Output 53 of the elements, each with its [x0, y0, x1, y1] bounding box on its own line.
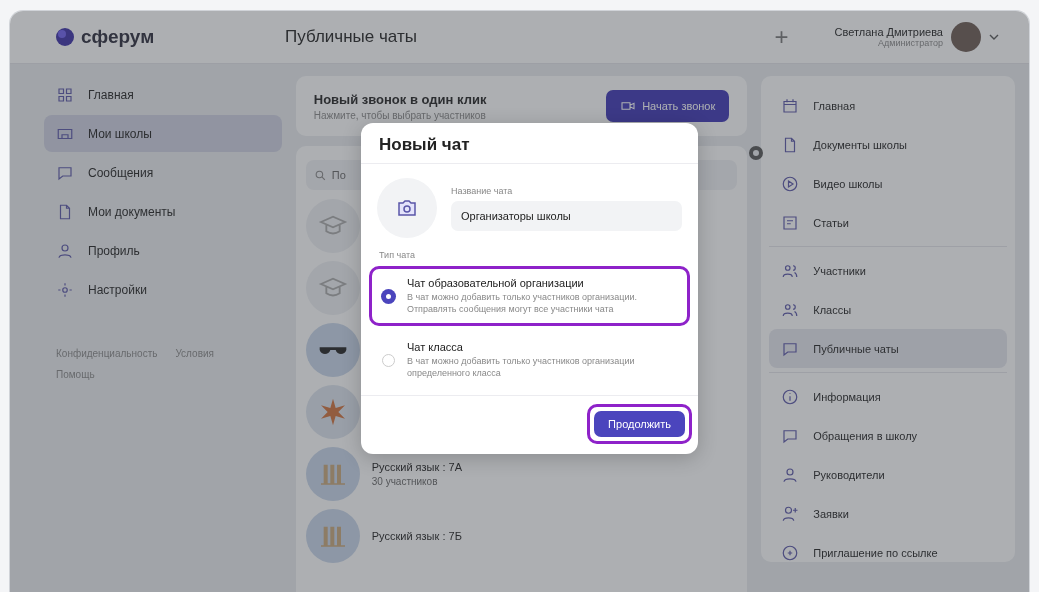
play-icon: [781, 174, 800, 193]
menu-item[interactable]: Руководители: [769, 455, 1007, 494]
person-icon: [781, 465, 800, 484]
call-title: Новый звонок в один клик: [313, 91, 487, 107]
menu-item[interactable]: Обращения в школу: [769, 416, 1007, 455]
menu-item[interactable]: Публичные чаты: [769, 329, 1007, 368]
avatar[interactable]: [951, 22, 981, 52]
person-add-icon: [781, 504, 800, 523]
member-count: 30 участников: [371, 476, 439, 487]
menu-item[interactable]: Информация: [769, 377, 1007, 416]
sidebar-item[interactable]: Сообщения: [44, 154, 282, 191]
menu-item[interactable]: Главная: [769, 86, 1007, 125]
menu-item[interactable]: Видео школы: [769, 164, 1007, 203]
menu-item[interactable]: Документы школы: [769, 125, 1007, 164]
caret-icon[interactable]: [989, 34, 999, 40]
continue-button[interactable]: Продолжить: [594, 410, 685, 437]
menu-item[interactable]: Классы: [769, 290, 1007, 329]
menu-item[interactable]: Статьи: [769, 203, 1007, 242]
option-title: Чат образовательной организации: [407, 277, 585, 289]
chat-name: Русский язык : 7А: [371, 461, 462, 473]
sidebar-item[interactable]: Мои документы: [44, 193, 282, 230]
menu-item[interactable]: Приглашение по ссылке: [769, 533, 1007, 572]
chat-type-option[interactable]: Чат образовательной организации В чат можно добавить только участников организации. Отправлять сообщения могут все участники чата: [369, 266, 690, 327]
call-subtitle: Нажмите, чтобы выбрать участников: [313, 109, 487, 121]
field-label: Тип чата: [378, 249, 417, 262]
user-role: Администратор: [878, 38, 943, 48]
option-title: Чат класса: [407, 341, 464, 354]
radio-button[interactable]: [382, 289, 395, 303]
info-icon: [781, 387, 800, 406]
dialog-title: Новый чат: [378, 134, 471, 156]
sidebar-item[interactable]: Главная: [44, 76, 282, 113]
sidebar-item[interactable]: Профиль: [44, 232, 282, 269]
menu-item[interactable]: Участники: [769, 251, 1007, 290]
option-description: В чат можно добавить только участников организации. Отправлять сообщения могут все участники чата: [407, 292, 638, 316]
chat-avatar[interactable]: [305, 323, 360, 377]
article-icon: [781, 213, 800, 232]
sidebar-item[interactable]: Мои школы: [44, 115, 282, 152]
start-call-button[interactable]: Начать звонок: [606, 90, 730, 122]
user-name: Светлана Дмитриева: [834, 26, 943, 38]
chat-type-option[interactable]: Чат класса В чат можно добавить только участников организации определенного класса: [369, 330, 690, 391]
logo-text: сферум: [81, 26, 155, 48]
search-icon: [313, 169, 327, 182]
field-label: Название чата: [451, 185, 514, 196]
page-title: Публичные чаты: [285, 27, 418, 47]
menu-item[interactable]: Заявки: [769, 494, 1007, 533]
sidebar-item[interactable]: Настройки: [44, 271, 282, 308]
logo-icon: [55, 27, 75, 47]
chat-name: Русский язык : 7Б: [371, 530, 462, 542]
option-description: В чат можно добавить только участников организации определенного класса: [407, 356, 636, 380]
chat-name-field[interactable]: Организаторы школы: [451, 200, 682, 231]
person-icon: [56, 241, 74, 260]
calendar-icon: [781, 96, 800, 115]
grid-icon: [56, 85, 74, 104]
